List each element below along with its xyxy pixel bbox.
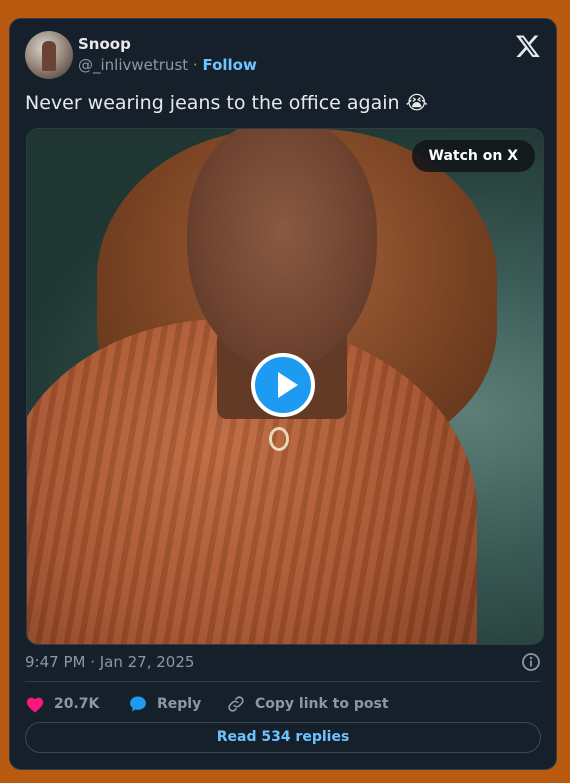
- watch-on-x-button[interactable]: Watch on X: [411, 140, 535, 172]
- reply-label: Reply: [157, 696, 202, 712]
- user-handle[interactable]: @_inlivwetrust: [78, 56, 188, 74]
- separator: ·: [188, 56, 203, 74]
- info-icon[interactable]: [521, 652, 541, 672]
- like-count: 20.7K: [54, 696, 100, 712]
- reply-icon: [130, 696, 146, 712]
- video-frame-face: [187, 129, 377, 369]
- action-bar: 20.7K Reply Copy link to post: [25, 693, 541, 715]
- video-frame-pendant: [269, 427, 289, 451]
- read-replies-button[interactable]: Read 534 replies: [25, 722, 541, 753]
- heart-icon: [26, 697, 44, 713]
- handle-row: @_inlivwetrust · Follow: [78, 56, 257, 74]
- x-logo-icon[interactable]: [515, 33, 541, 59]
- copy-link-button[interactable]: Copy link to post: [226, 693, 389, 715]
- tweet-text: Never wearing jeans to the office again …: [25, 92, 428, 114]
- play-icon[interactable]: [251, 353, 315, 417]
- tweet-timestamp[interactable]: 9:47 PM · Jan 27, 2025: [25, 653, 194, 671]
- link-icon: [228, 696, 244, 712]
- video-player[interactable]: Watch on X: [26, 128, 544, 645]
- like-button[interactable]: 20.7K: [25, 693, 99, 715]
- user-name[interactable]: Snoop: [78, 35, 131, 53]
- follow-button[interactable]: Follow: [202, 56, 256, 74]
- avatar[interactable]: [25, 31, 73, 79]
- reply-button[interactable]: Reply: [128, 693, 201, 715]
- divider: [25, 681, 541, 682]
- copy-link-label: Copy link to post: [255, 696, 389, 712]
- tweet-card: Snoop @_inlivwetrust · Follow Never wear…: [9, 18, 557, 770]
- tweet-header: Snoop @_inlivwetrust · Follow: [25, 31, 541, 81]
